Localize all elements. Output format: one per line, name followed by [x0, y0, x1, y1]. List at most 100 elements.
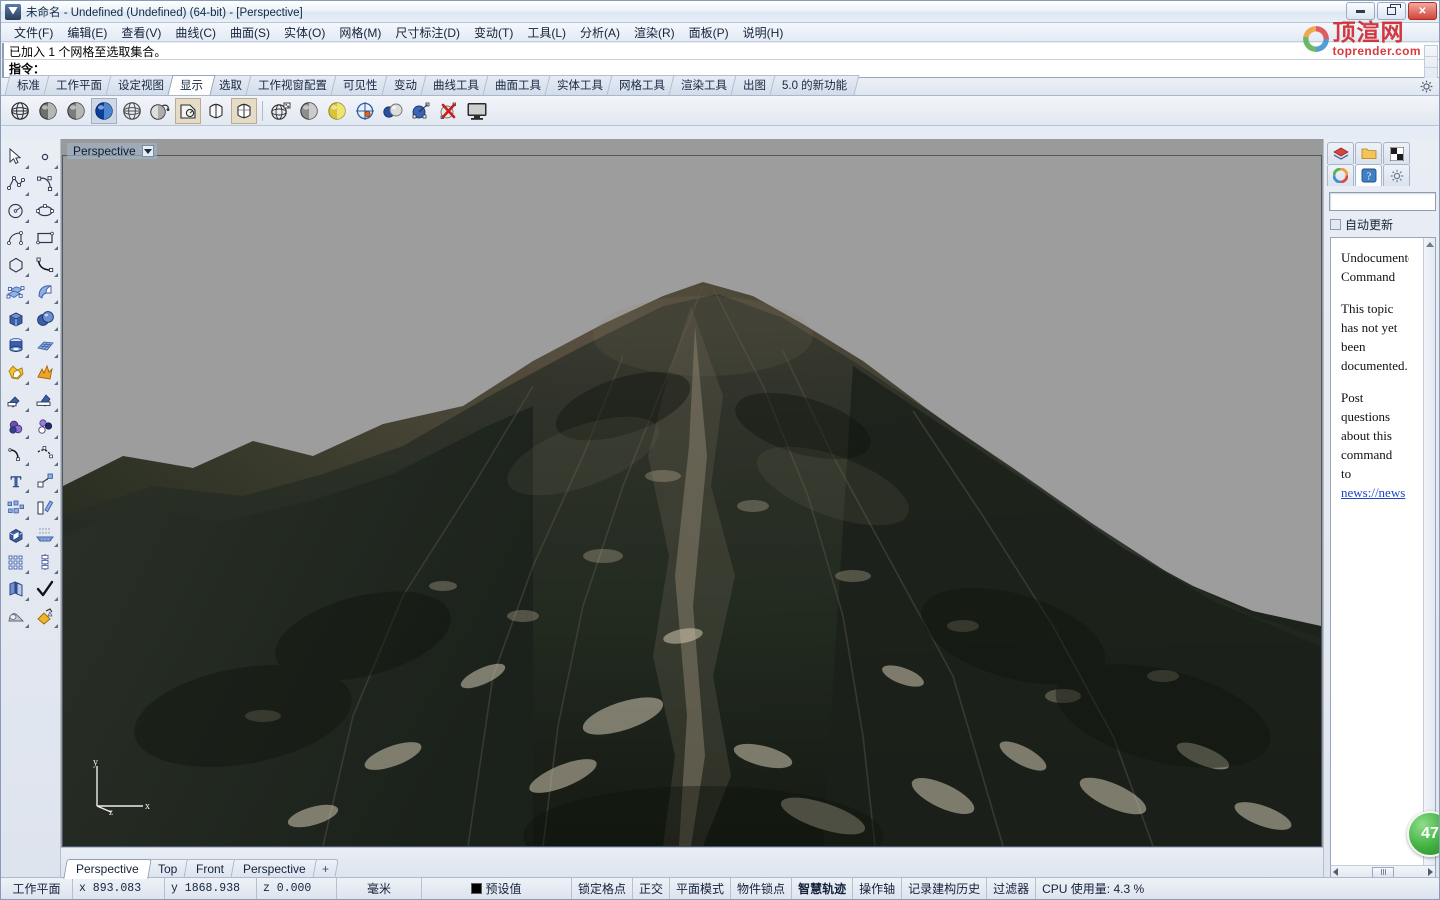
- toolbar-tab-12[interactable]: 渲染工具: [668, 75, 739, 95]
- xray-icon[interactable]: [147, 98, 173, 124]
- select-arrow-icon[interactable]: [1, 143, 30, 170]
- pen-icon[interactable]: [231, 97, 257, 124]
- scroll-right-arrow-icon[interactable]: [1428, 868, 1433, 876]
- add-viewport-tab-button[interactable]: +: [312, 859, 339, 879]
- status-toggle-3[interactable]: 物件锁点: [731, 878, 793, 899]
- viewport-title-bar[interactable]: Perspective: [67, 143, 157, 159]
- menu-view[interactable]: 查看(V): [114, 23, 168, 42]
- toolbar-tab-10[interactable]: 实体工具: [544, 75, 615, 95]
- sphere-solid-icon[interactable]: [30, 305, 59, 332]
- status-coord-z[interactable]: z 0.000: [257, 878, 337, 899]
- freeform-curve-icon[interactable]: [30, 251, 59, 278]
- symmetry-icon[interactable]: [30, 548, 59, 575]
- status-toggle-1[interactable]: 正交: [633, 878, 671, 899]
- polygon-icon[interactable]: [1, 251, 30, 278]
- menu-render[interactable]: 渲染(R): [627, 23, 682, 42]
- blend-curve-icon[interactable]: [30, 440, 59, 467]
- minimize-button[interactable]: [1346, 2, 1375, 20]
- split-icon[interactable]: [30, 386, 59, 413]
- shade-icon[interactable]: [296, 98, 322, 124]
- fillet-icon[interactable]: [1, 413, 30, 440]
- render-mesh-icon[interactable]: [268, 98, 294, 124]
- scale-icon[interactable]: [30, 467, 59, 494]
- panel-tab-help[interactable]: ?: [1355, 164, 1382, 186]
- offset-curve-icon[interactable]: [1, 440, 30, 467]
- hscroll-thumb[interactable]: [1372, 866, 1394, 878]
- command-scrollbar[interactable]: [1424, 45, 1438, 81]
- scroll-left-arrow-icon[interactable]: [1333, 868, 1338, 876]
- shaded-gray-icon[interactable]: [63, 98, 89, 124]
- status-toggle-5[interactable]: 操作轴: [853, 878, 903, 899]
- status-toggle-2[interactable]: 平面模式: [670, 878, 732, 899]
- menu-analyze[interactable]: 分析(A): [573, 23, 627, 42]
- toolbar-tab-1[interactable]: 工作平面: [43, 75, 115, 95]
- perspective-viewport[interactable]: x y z: [62, 155, 1322, 847]
- arc-icon[interactable]: [1, 224, 30, 251]
- viewport-menu-chevron-down-icon[interactable]: [141, 145, 154, 157]
- wireframe-icon[interactable]: [7, 98, 33, 124]
- curve-control-points-icon[interactable]: [30, 170, 59, 197]
- status-layer[interactable]: 预设值: [422, 878, 572, 899]
- status-coord-y[interactable]: y 1868.938: [165, 878, 257, 899]
- panel-tab-checker[interactable]: [1383, 142, 1410, 164]
- panel-tab-settings[interactable]: [1383, 164, 1410, 186]
- help-search-input[interactable]: [1329, 192, 1436, 211]
- status-units[interactable]: 毫米: [337, 878, 422, 899]
- menu-help[interactable]: 说明(H): [736, 23, 791, 42]
- scroll-up-arrow-icon[interactable]: [1425, 239, 1435, 249]
- circle-icon[interactable]: [1, 197, 30, 224]
- surface-control-points-icon[interactable]: [1, 278, 30, 305]
- menu-solid[interactable]: 实体(O): [277, 23, 332, 42]
- menu-panels[interactable]: 面板(P): [682, 23, 736, 42]
- trim-icon[interactable]: [1, 386, 30, 413]
- chamfer-circles-icon[interactable]: [30, 413, 59, 440]
- restore-button[interactable]: [1377, 2, 1406, 20]
- shade-object-icon[interactable]: [1, 602, 30, 629]
- toolbar-options-gear-icon[interactable]: [1420, 80, 1433, 93]
- rectangle-icon[interactable]: [30, 224, 59, 251]
- menu-dimension[interactable]: 尺寸标注(D): [388, 23, 467, 42]
- delete-render-icon[interactable]: [436, 98, 462, 124]
- status-toggle-6[interactable]: 记录建构历史: [902, 878, 988, 899]
- panel-tab-color-wheel[interactable]: [1327, 164, 1354, 186]
- menu-mesh[interactable]: 网格(M): [332, 23, 388, 42]
- box-icon[interactable]: [1, 305, 30, 332]
- menu-file[interactable]: 文件(F): [7, 23, 60, 42]
- viewport-tab-0[interactable]: Perspective: [63, 859, 152, 879]
- toolbar-tab-11[interactable]: 网格工具: [606, 75, 677, 95]
- cap-icon[interactable]: [1, 521, 30, 548]
- grid-array-icon[interactable]: [1, 548, 30, 575]
- artistic-icon[interactable]: [203, 98, 229, 124]
- help-vertical-scrollbar[interactable]: [1423, 238, 1435, 878]
- copy-icon[interactable]: [1, 575, 30, 602]
- toolbar-tab-2[interactable]: 设定视图: [105, 75, 177, 95]
- menu-transform[interactable]: 变动(T): [467, 23, 520, 42]
- status-toggle-4[interactable]: 智慧轨迹: [792, 878, 854, 899]
- status-toggle-7[interactable]: 过滤器: [987, 878, 1037, 899]
- light-icon[interactable]: [324, 98, 350, 124]
- ellipse-icon[interactable]: [30, 197, 59, 224]
- status-coord-x[interactable]: x 893.083: [73, 878, 165, 899]
- edit-sphere-icon[interactable]: [408, 98, 434, 124]
- ghosted-icon[interactable]: [119, 98, 145, 124]
- panel-tab-folder[interactable]: [1355, 142, 1382, 164]
- color-spheres-icon[interactable]: [380, 98, 406, 124]
- viewport-tab-3[interactable]: Perspective: [230, 859, 319, 879]
- toolbar-tab-3[interactable]: 显示: [167, 75, 216, 95]
- auto-update-checkbox-row[interactable]: 自动更新: [1330, 216, 1436, 233]
- help-newsgroup-link[interactable]: news://news: [1341, 485, 1405, 500]
- cylinder-icon[interactable]: [1, 332, 30, 359]
- point-icon[interactable]: [30, 143, 59, 170]
- array-icon[interactable]: [1, 494, 30, 521]
- toolbar-tab-9[interactable]: 曲面工具: [482, 75, 553, 95]
- technical-icon[interactable]: [175, 97, 201, 124]
- menu-edit[interactable]: 编辑(E): [60, 23, 114, 42]
- target-icon[interactable]: [352, 98, 378, 124]
- display-monitor-icon[interactable]: [464, 98, 490, 124]
- shaded-icon[interactable]: [35, 98, 61, 124]
- rendered-icon[interactable]: [91, 97, 117, 124]
- viewport-tab-2[interactable]: Front: [183, 859, 237, 879]
- menu-tools[interactable]: 工具(L): [520, 23, 573, 42]
- auto-update-checkbox[interactable]: [1330, 219, 1341, 230]
- polyline-icon[interactable]: [1, 170, 30, 197]
